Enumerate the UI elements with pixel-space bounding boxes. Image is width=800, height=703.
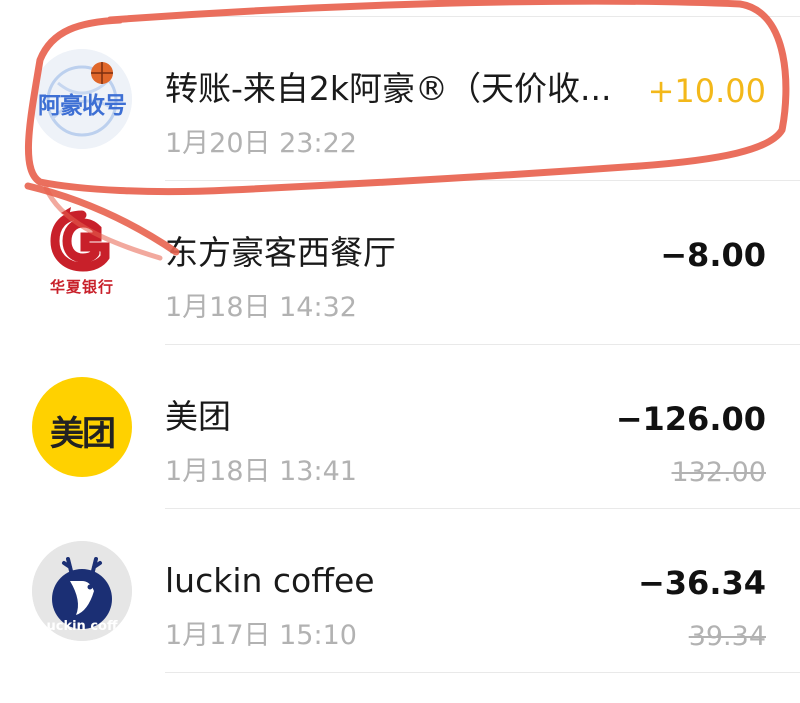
luckin-deer-logo-icon: uckin coff (32, 541, 132, 641)
transaction-amount: −36.34 (637, 564, 766, 602)
transaction-amount: −126.00 (615, 400, 766, 438)
logo-text: 美团 (50, 414, 116, 454)
transaction-row-meituan[interactable]: 美团 美团 1月18日 13:41 −126.00 132.00 (0, 345, 800, 509)
meituan-logo-icon: 美团 (32, 377, 132, 477)
transaction-row-restaurant[interactable]: 华夏银行 东方豪客西餐厅 1月18日 14:32 −8.00 (0, 181, 800, 345)
transaction-row-transfer[interactable]: 阿豪收号 转账-来自2k阿豪®（天价收... 1月20日 23:22 +10.0… (0, 17, 800, 181)
transaction-time: 1月17日 15:10 (165, 620, 357, 651)
transaction-row-luckin[interactable]: uckin coff luckin coffee 1月17日 15:10 −36… (0, 509, 800, 673)
logo-text: uckin coff (46, 619, 118, 634)
original-price: 132.00 (671, 457, 766, 488)
logo-text: 阿豪收号 (38, 93, 127, 119)
transaction-title: 美团 (165, 397, 231, 436)
transaction-amount: +10.00 (647, 72, 766, 110)
bank-logo-graphic (50, 207, 110, 272)
transaction-title: 东方豪客西餐厅 (165, 233, 396, 272)
transaction-time: 1月18日 14:32 (165, 292, 357, 323)
transaction-time: 1月18日 13:41 (165, 456, 357, 487)
original-price: 39.34 (688, 621, 766, 652)
transaction-title: luckin coffee (165, 561, 375, 600)
transaction-title: 转账-来自2k阿豪®（天价收... (165, 69, 612, 108)
transaction-time: 1月20日 23:22 (165, 128, 357, 159)
transaction-list: 阿豪收号 转账-来自2k阿豪®（天价收... 1月20日 23:22 +10.0… (0, 0, 800, 703)
basketball-logo-icon: 阿豪收号 (32, 49, 132, 149)
bank-caption: 华夏银行 (49, 278, 114, 296)
transaction-amount: −8.00 (660, 236, 766, 274)
divider (165, 672, 800, 673)
